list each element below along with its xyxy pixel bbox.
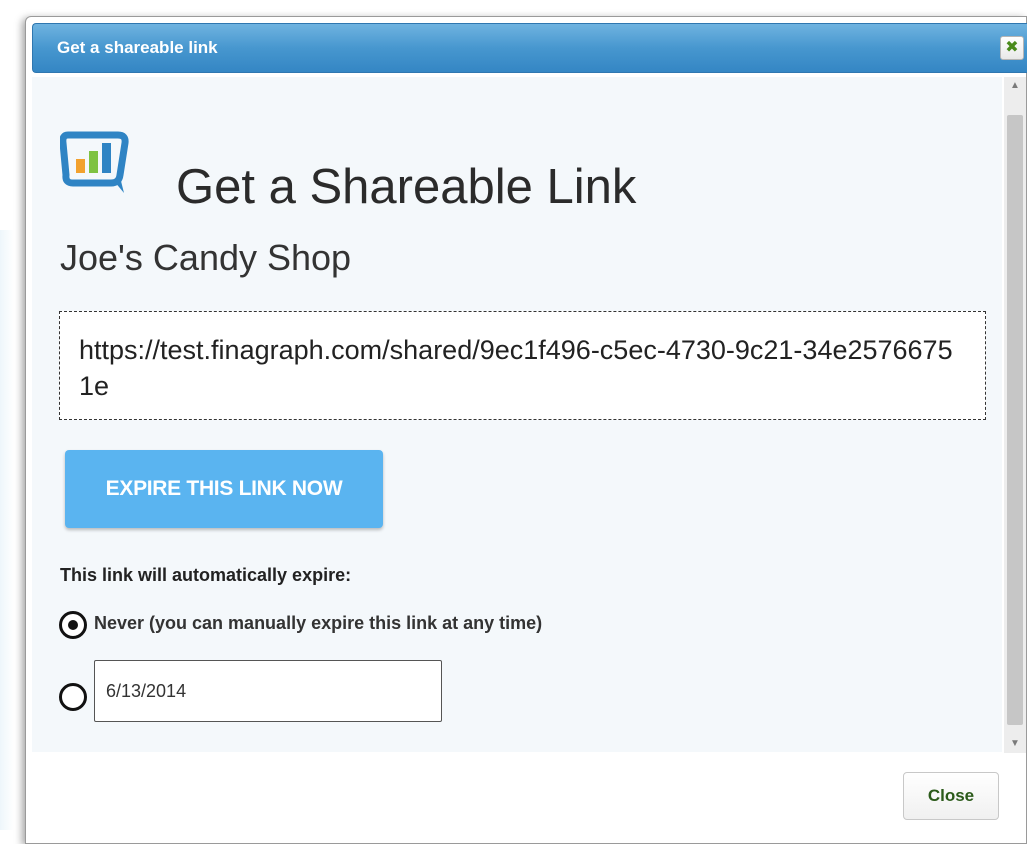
page-title: Get a Shareable Link xyxy=(176,160,637,214)
expire-never-label[interactable]: Never (you can manually expire this link… xyxy=(94,613,542,634)
scroll-up-arrow-icon[interactable]: ▲ xyxy=(1004,77,1026,95)
dialog-content: Get a Shareable Link Joe's Candy Shop ht… xyxy=(32,77,1002,752)
expire-never-radio[interactable] xyxy=(59,611,87,639)
scroll-down-arrow-icon[interactable]: ▼ xyxy=(1004,735,1026,753)
company-name: Joe's Candy Shop xyxy=(60,237,352,278)
scroll-thumb[interactable] xyxy=(1007,115,1023,725)
dialog-title: Get a shareable link xyxy=(57,38,218,57)
close-button[interactable]: Close xyxy=(903,772,999,820)
expire-link-button[interactable]: EXPIRE THIS LINK NOW xyxy=(65,450,383,528)
page-background-edge xyxy=(0,230,14,830)
dialog-titlebar[interactable]: Get a shareable link ✖ xyxy=(32,23,1027,73)
finagraph-logo-icon xyxy=(59,129,132,193)
expire-date-input[interactable] xyxy=(94,660,442,722)
close-x-icon[interactable]: ✖ xyxy=(1000,36,1024,60)
share-link-dialog: Get a shareable link ✖ Get a Shareable L… xyxy=(25,16,1027,844)
dialog-scrollbar[interactable]: ▲ ▼ xyxy=(1004,77,1026,753)
share-link-field[interactable]: https://test.finagraph.com/shared/9ec1f4… xyxy=(59,311,986,420)
auto-expire-label: This link will automatically expire: xyxy=(60,565,352,585)
expire-date-radio[interactable] xyxy=(59,683,87,711)
